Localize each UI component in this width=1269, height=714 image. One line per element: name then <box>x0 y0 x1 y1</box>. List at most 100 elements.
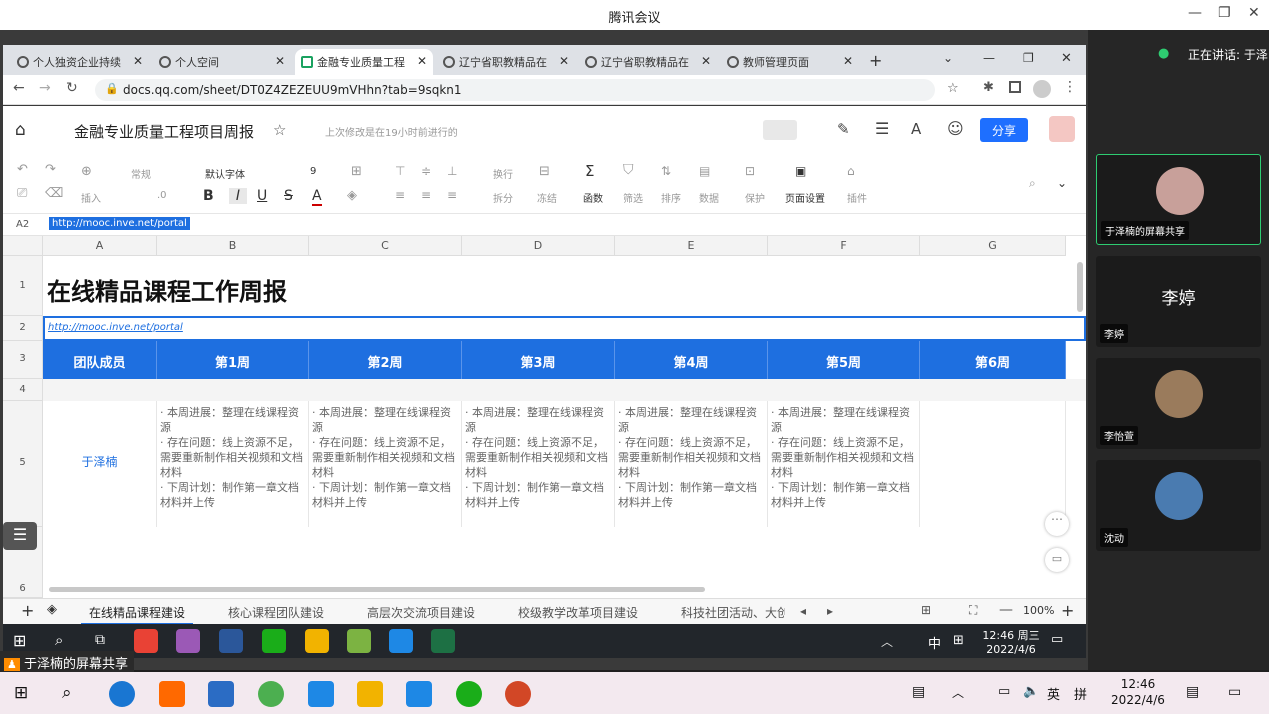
header-cell[interactable]: 第3周 <box>462 341 615 379</box>
app-icon[interactable] <box>219 629 243 653</box>
close-icon[interactable]: ✕ <box>417 54 427 68</box>
report-cell[interactable]: · 本周进展：整理在线课程资源 · 存在问题：线上资源不足，需要重新制作相关视频… <box>157 401 309 527</box>
app-icon[interactable] <box>347 629 371 653</box>
sheet-list-icon[interactable]: ◈ <box>47 602 57 617</box>
search-icon[interactable]: ⌕ <box>1029 176 1036 191</box>
sheet-tab[interactable]: 高层次交流项目建设 <box>367 604 475 621</box>
fill-color-icon[interactable]: ◈ <box>347 188 357 203</box>
font-family-select[interactable]: 默认字体 <box>205 166 245 181</box>
chrome-icon[interactable] <box>134 629 158 653</box>
powerpoint-icon[interactable] <box>505 681 531 707</box>
tab-search-icon[interactable]: ⌄ <box>943 51 953 65</box>
align-top-icon[interactable]: ⊤ <box>395 164 405 178</box>
folder-icon[interactable] <box>305 629 329 653</box>
underline-button[interactable]: U <box>257 188 267 204</box>
participant-tile[interactable]: 于泽楠的屏幕共享 <box>1096 154 1261 245</box>
add-sheet-button[interactable]: + <box>21 601 34 620</box>
sigma-icon[interactable]: Σ <box>585 162 594 180</box>
doc-title[interactable]: 金融专业质量工程项目周报 <box>74 121 254 142</box>
participant-tile[interactable]: 沈动 <box>1096 460 1261 551</box>
member-cell[interactable]: 于泽楠 <box>43 401 157 527</box>
vertical-scrollbar[interactable] <box>1077 262 1083 312</box>
column-header[interactable]: C <box>309 236 462 256</box>
next-sheet-icon[interactable]: ▸ <box>827 604 833 618</box>
bold-button[interactable]: B <box>203 188 214 204</box>
page-setup-label[interactable]: 页面设置 <box>785 190 825 205</box>
notification-icon[interactable]: ▭ <box>1228 684 1241 700</box>
windows-start-icon[interactable]: ⊞ <box>13 631 26 650</box>
tab-2[interactable]: 个人空间 ✕ <box>153 49 291 75</box>
windows-start-icon[interactable]: ⊞ <box>14 683 28 703</box>
text-format-icon[interactable]: A <box>911 120 921 138</box>
close-icon[interactable]: ✕ <box>275 54 285 68</box>
row-header[interactable]: 1 <box>3 256 43 316</box>
insert-label[interactable]: 插入 <box>81 190 101 205</box>
edge-icon[interactable] <box>109 681 135 707</box>
ime-indicator[interactable]: 中 <box>928 633 941 652</box>
star-icon[interactable]: ☆ <box>273 121 286 139</box>
header-cell[interactable]: 团队成员 <box>43 341 157 379</box>
wrap-label[interactable]: 换行 <box>493 166 513 181</box>
tray-chevron-icon[interactable]: ︿ <box>952 684 964 701</box>
tab-3[interactable]: 金融专业质量工程 ✕ <box>295 49 433 75</box>
align-middle-icon[interactable]: ≑ <box>421 164 431 178</box>
browser-close-button[interactable]: ✕ <box>1061 51 1072 66</box>
column-header[interactable]: G <box>920 236 1066 256</box>
sheet-tab[interactable]: 科技社团活动、大创 <box>681 604 785 621</box>
split-label[interactable]: 拆分 <box>493 190 513 205</box>
sort-icon[interactable]: ⇅ <box>661 164 671 178</box>
browser-icon[interactable] <box>176 629 200 653</box>
header-cell[interactable]: 第1周 <box>157 341 309 379</box>
cell-reference[interactable]: A2 <box>16 219 29 230</box>
sheet-tab[interactable]: 校级教学改革项目建设 <box>518 604 638 621</box>
view-mode-icon[interactable]: ⊞ <box>921 603 931 617</box>
tab-5[interactable]: 辽宁省职教精品在 ✕ <box>579 49 717 75</box>
mi-icon[interactable] <box>159 681 185 707</box>
align-left-icon[interactable]: ≡ <box>395 188 405 202</box>
format-painter-icon[interactable]: ⎚ <box>17 186 27 201</box>
sheet-title[interactable]: 在线精品课程工作周报 <box>47 272 287 307</box>
filter-icon[interactable]: ⛉ <box>623 162 634 178</box>
search-icon[interactable]: ⌕ <box>62 683 72 703</box>
zoom-in-button[interactable]: + <box>1061 601 1074 620</box>
close-icon[interactable]: ✕ <box>559 54 569 68</box>
header-cell[interactable]: 第5周 <box>768 341 920 379</box>
ime-indicator[interactable]: 英 <box>1047 684 1060 703</box>
align-right-icon[interactable]: ≡ <box>447 188 457 202</box>
battery-icon[interactable]: ▭ <box>998 684 1010 699</box>
report-cell[interactable]: · 本周进展：整理在线课程资源 · 存在问题：线上资源不足，需要重新制作相关视频… <box>462 401 615 527</box>
function-label[interactable]: 函数 <box>583 190 603 205</box>
url-field[interactable]: 🔒 docs.qq.com/sheet/DT0Z4ZEZEUU9mVHhn?tab… <box>95 79 935 101</box>
fullscreen-icon[interactable]: ⛶ <box>969 603 977 618</box>
column-header[interactable]: F <box>768 236 920 256</box>
prev-sheet-icon[interactable]: ◂ <box>800 604 806 618</box>
font-color-button[interactable]: A <box>312 188 322 206</box>
insert-icon[interactable]: ⊕ <box>81 164 92 179</box>
empty-cell[interactable] <box>920 401 1066 527</box>
header-cell[interactable]: 第4周 <box>615 341 768 379</box>
decimal-places[interactable]: .0 <box>157 190 167 201</box>
tab-6[interactable]: 教师管理页面 ✕ <box>721 49 859 75</box>
user-avatar[interactable] <box>1049 116 1075 142</box>
protect-label[interactable]: 保护 <box>745 190 765 205</box>
notes-icon[interactable]: ▤ <box>1186 684 1199 700</box>
row-header[interactable]: 2 <box>3 316 43 341</box>
redo-icon[interactable]: ↷ <box>45 162 56 177</box>
header-cell[interactable]: 第6周 <box>920 341 1066 379</box>
participant-tile[interactable]: 李婷 李婷 <box>1096 256 1261 347</box>
new-tab-button[interactable]: + <box>869 51 882 70</box>
tencent-meeting-icon[interactable] <box>389 629 413 653</box>
clear-format-icon[interactable]: ⌫ <box>45 186 63 201</box>
undo-icon[interactable]: ↶ <box>17 162 28 177</box>
sheet-tab[interactable]: 核心课程团队建设 <box>228 604 324 621</box>
tab-4[interactable]: 辽宁省职教精品在 ✕ <box>437 49 575 75</box>
reload-icon[interactable]: ↻ <box>66 80 78 96</box>
close-icon[interactable]: ✕ <box>843 54 853 68</box>
search-icon[interactable]: ⌕ <box>55 631 63 649</box>
select-all-corner[interactable] <box>3 236 43 256</box>
formula-input[interactable]: http://mooc.inve.net/portal <box>49 217 190 230</box>
number-format-select[interactable]: 常规 <box>131 166 151 181</box>
browser-restore-button[interactable]: ❐ <box>1023 51 1034 65</box>
sidepanel-icon[interactable] <box>1009 81 1021 93</box>
plugin-icon[interactable]: ⌂ <box>847 164 855 178</box>
